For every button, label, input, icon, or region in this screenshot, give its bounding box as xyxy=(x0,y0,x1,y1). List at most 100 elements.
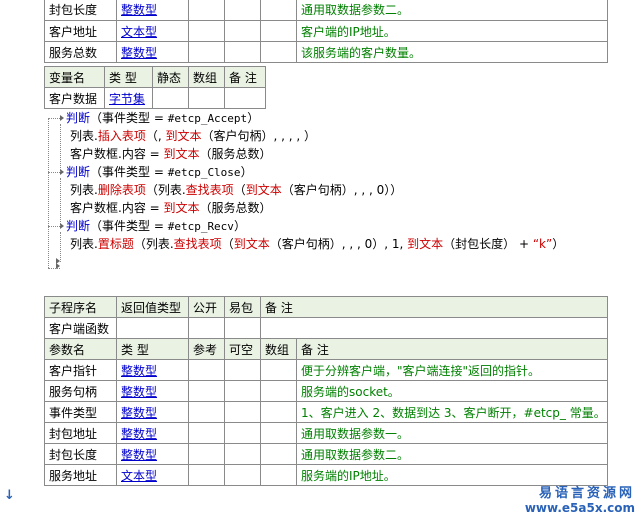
param-name[interactable]: 封包长度 xyxy=(44,443,117,465)
param-ref[interactable] xyxy=(188,401,225,423)
param-type[interactable]: 整数型 xyxy=(116,443,189,465)
table-row: 封包长度 整数型 通用取数据参数二。 xyxy=(44,0,608,21)
var-name[interactable]: 客户数据 xyxy=(44,87,105,109)
param-array[interactable] xyxy=(260,464,297,486)
param-array[interactable] xyxy=(260,0,297,21)
param-nullable[interactable] xyxy=(224,41,261,63)
param-ref[interactable] xyxy=(188,464,225,486)
table-row: 服务句柄 整数型 服务端的socket。 xyxy=(44,380,608,402)
param-array[interactable] xyxy=(260,359,297,381)
header-param-nullable: 可空 xyxy=(224,338,261,360)
param-note[interactable]: 该服务端的客户数量。 xyxy=(296,41,608,63)
watermark: 易语言资源网 www.e5a5x.com xyxy=(525,482,635,515)
table-row: 封包长度 整数型 通用取数据参数二。 xyxy=(44,443,608,465)
var-note[interactable] xyxy=(224,87,266,109)
header-array: 数组 xyxy=(188,66,225,88)
param-ref[interactable] xyxy=(188,20,225,42)
sub-public[interactable] xyxy=(188,317,225,339)
param-type[interactable]: 文本型 xyxy=(116,20,189,42)
down-arrow-icon: ↓ xyxy=(4,488,15,503)
param-ref[interactable] xyxy=(188,380,225,402)
param-note[interactable]: 通用取数据参数二。 xyxy=(296,443,608,465)
param-note[interactable]: 客户端的IP地址。 xyxy=(296,20,608,42)
param-type[interactable]: 整数型 xyxy=(116,422,189,444)
param-ref[interactable] xyxy=(188,0,225,21)
header-note: 备 注 xyxy=(224,66,266,88)
flow-guide-line xyxy=(48,118,49,268)
param-name[interactable]: 封包地址 xyxy=(44,422,117,444)
param-name[interactable]: 客户地址 xyxy=(44,20,117,42)
header-type: 类 型 xyxy=(104,66,153,88)
table-row: 客户指针 整数型 便于分辨客户端，"客户端连接"返回的指针。 xyxy=(44,359,608,381)
code-line[interactable]: 列表.插入表项（, 到文本（客户句柄）, , , , ） xyxy=(70,127,316,145)
param-nullable[interactable] xyxy=(224,0,261,21)
param-type[interactable]: 整数型 xyxy=(116,41,189,63)
param-ref[interactable] xyxy=(188,41,225,63)
param-type[interactable]: 整数型 xyxy=(116,401,189,423)
code-line[interactable]: 客户数框.内容 = 到文本（服务总数） xyxy=(70,199,272,217)
param-nullable[interactable] xyxy=(224,359,261,381)
param-array[interactable] xyxy=(260,41,297,63)
code-line[interactable]: 客户数框.内容 = 到文本（服务总数） xyxy=(70,145,272,163)
param-name[interactable]: 封包长度 xyxy=(44,0,117,21)
param-ref[interactable] xyxy=(188,359,225,381)
param-array[interactable] xyxy=(260,422,297,444)
param-type[interactable]: 文本型 xyxy=(116,464,189,486)
param-nullable[interactable] xyxy=(224,401,261,423)
param-name[interactable]: 客户指针 xyxy=(44,359,117,381)
flow-arrow-icon xyxy=(60,115,64,121)
table-row: 客户地址 文本型 客户端的IP地址。 xyxy=(44,20,608,42)
table-header-row: 参数名 类 型 参考 可空 数组 备 注 xyxy=(44,338,608,360)
param-type[interactable]: 整数型 xyxy=(116,0,189,21)
param-name[interactable]: 服务总数 xyxy=(44,41,117,63)
param-nullable[interactable] xyxy=(224,464,261,486)
param-note[interactable]: 1、客户进入 2、数据到达 3、客户断开，#etcp_ 常量。 xyxy=(296,401,608,423)
table-row: 服务地址 文本型 服务端的IP地址。 xyxy=(44,464,608,486)
header-param-type: 类 型 xyxy=(116,338,189,360)
header-param-ref: 参考 xyxy=(188,338,225,360)
header-easy-pkg: 易包 xyxy=(224,296,261,318)
param-nullable[interactable] xyxy=(224,20,261,42)
param-type[interactable]: 整数型 xyxy=(116,359,189,381)
code-line[interactable]: 列表.删除表项（列表.查找表项（到文本（客户句柄）, , , 0）） xyxy=(70,181,402,199)
code-line[interactable]: 判断（事件类型 = #etcp_Recv） xyxy=(66,217,246,235)
code-line[interactable]: 判断（事件类型 = #etcp_Close） xyxy=(66,163,253,181)
watermark-url: www.e5a5x.com xyxy=(524,501,635,515)
param-ref[interactable] xyxy=(188,422,225,444)
table-row: 客户数据 字节集 xyxy=(44,87,266,109)
param-array[interactable] xyxy=(260,401,297,423)
sub-return-type[interactable] xyxy=(116,317,189,339)
table-header-row: 子程序名 返回值类型 公开 易包 备 注 xyxy=(44,296,608,318)
param-nullable[interactable] xyxy=(224,443,261,465)
param-ref[interactable] xyxy=(188,443,225,465)
param-array[interactable] xyxy=(260,443,297,465)
flow-arrow-icon xyxy=(56,263,60,269)
code-line[interactable]: 判断（事件类型 = #etcp_Accept） xyxy=(66,109,259,127)
param-note[interactable]: 便于分辨客户端，"客户端连接"返回的指针。 xyxy=(296,359,608,381)
param-type[interactable]: 整数型 xyxy=(116,380,189,402)
table-header-row: 变量名 类 型 静态 数组 备 注 xyxy=(44,66,266,88)
param-note[interactable]: 通用取数据参数二。 xyxy=(296,0,608,21)
param-name[interactable]: 服务地址 xyxy=(44,464,117,486)
code-line[interactable]: 列表.置标题（列表.查找表项（到文本（客户句柄）, , , 0）, 1, 到文本… xyxy=(70,235,564,253)
sub-note[interactable] xyxy=(260,317,608,339)
var-array[interactable] xyxy=(188,87,225,109)
param-nullable[interactable] xyxy=(224,380,261,402)
header-sub-name: 子程序名 xyxy=(44,296,117,318)
param-name[interactable]: 事件类型 xyxy=(44,401,117,423)
param-array[interactable] xyxy=(260,20,297,42)
sub-easy-pkg[interactable] xyxy=(224,317,261,339)
header-static: 静态 xyxy=(152,66,189,88)
sub-name[interactable]: 客户端函数 xyxy=(44,317,117,339)
flow-guide-line xyxy=(48,118,60,119)
var-static[interactable] xyxy=(152,87,189,109)
param-note[interactable]: 服务端的socket。 xyxy=(296,380,608,402)
param-name[interactable]: 服务句柄 xyxy=(44,380,117,402)
param-note[interactable]: 通用取数据参数一。 xyxy=(296,422,608,444)
var-type[interactable]: 字节集 xyxy=(104,87,153,109)
param-array[interactable] xyxy=(260,380,297,402)
header-param-note: 备 注 xyxy=(296,338,608,360)
param-nullable[interactable] xyxy=(224,422,261,444)
code-editor[interactable]: 判断（事件类型 = #etcp_Accept） 列表.插入表项（, 到文本（客户… xyxy=(44,109,604,275)
table-row: 封包地址 整数型 通用取数据参数一。 xyxy=(44,422,608,444)
